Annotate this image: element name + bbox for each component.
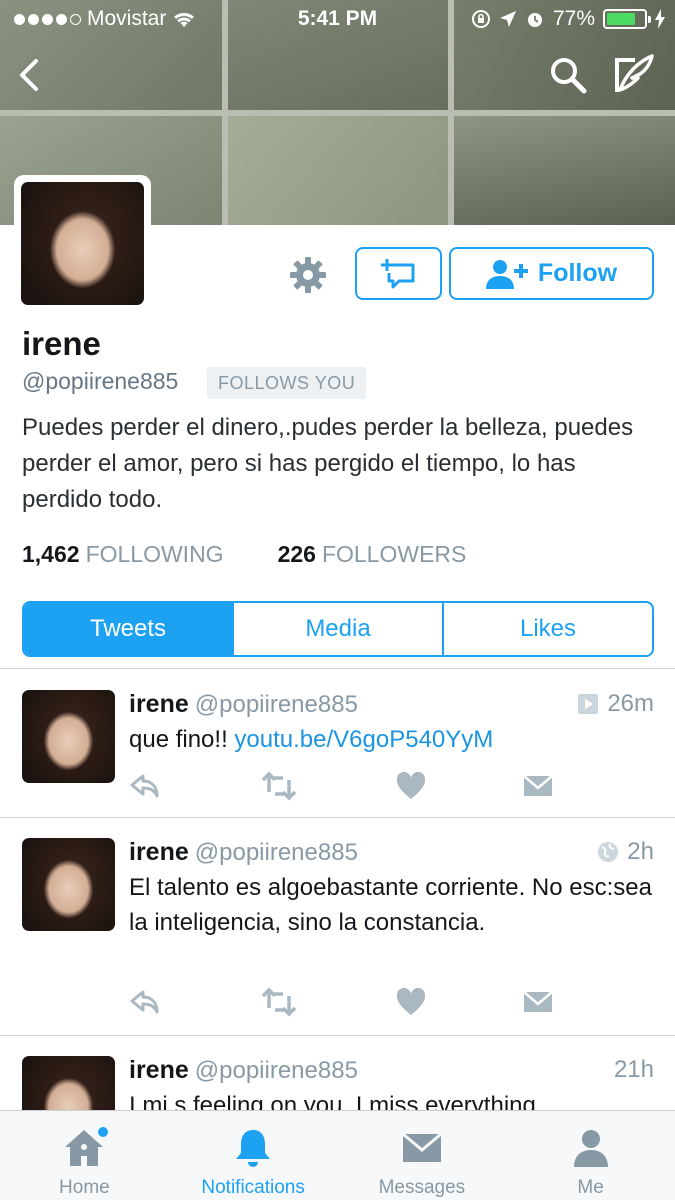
alarm-icon (527, 13, 542, 27)
profile-bio: Puedes perder el dinero,.pudes perder la… (22, 414, 634, 513)
tweet-time: 2h (627, 838, 654, 865)
heart-icon (396, 987, 426, 1015)
retweet-button[interactable] (261, 986, 297, 1018)
reply-icon (130, 990, 159, 1014)
status-bar: Movistar 5:41 PM 77% (0, 0, 675, 38)
tab-tweets[interactable]: Tweets (24, 603, 234, 655)
compose-tweet-button[interactable] (612, 52, 656, 96)
heart-icon (396, 771, 426, 799)
tab-home[interactable]: Home (0, 1111, 169, 1200)
profile-tabs: Tweets Media Likes (22, 601, 654, 657)
charging-icon (655, 9, 665, 29)
tab-home-label: Home (59, 1177, 110, 1198)
battery-percent: 77% (552, 7, 595, 30)
tweet-author-handle: @popiirene885 (194, 691, 358, 718)
follow-button[interactable]: Follow (449, 247, 654, 300)
tab-notifications-label: Notifications (201, 1177, 305, 1198)
direct-message-button[interactable] (355, 247, 442, 300)
following-count-link[interactable]: 1,462 FOLLOWING (22, 541, 224, 568)
tweet-actions (129, 986, 553, 1018)
profile-avatar[interactable] (14, 175, 151, 312)
notification-dot (98, 1127, 109, 1137)
tweet-text: El talento es algoebastante corriente. N… (129, 874, 652, 936)
tab-me-label: Me (577, 1177, 604, 1198)
bottom-tab-bar: Home Notifications Messages Me (0, 1110, 675, 1200)
tab-likes[interactable]: Likes (444, 603, 652, 655)
divider (0, 1035, 675, 1036)
tweet-author-handle: @popiirene885 (194, 1057, 358, 1084)
tab-notifications[interactable]: Notifications (169, 1111, 338, 1200)
tweet-author-name: irene (129, 690, 189, 718)
following-count: 1,462 (22, 541, 80, 567)
add-user-icon (485, 259, 528, 289)
tweet-author-name: irene (129, 838, 189, 866)
tweet-avatar[interactable] (22, 838, 115, 931)
tweet-actions (129, 770, 553, 802)
reply-button[interactable] (129, 770, 161, 802)
tab-me[interactable]: Me (506, 1111, 675, 1200)
profile-handle: @popiirene885 (22, 368, 179, 394)
tab-media[interactable]: Media (234, 603, 444, 655)
envelope-icon (401, 1132, 442, 1162)
profile-name: irene (22, 325, 101, 362)
tab-messages-label: Messages (378, 1177, 466, 1198)
retweet-icon (261, 771, 297, 801)
follow-label: Follow (537, 259, 618, 287)
retweet-icon (261, 987, 297, 1017)
reply-button[interactable] (129, 986, 161, 1018)
bell-icon (236, 1130, 271, 1167)
tweet-text: que fino!! youtu.be/V6goP540YyM (129, 722, 654, 757)
rotation-lock-icon (471, 10, 490, 28)
battery-icon (603, 9, 651, 29)
retweet-button[interactable] (261, 770, 297, 802)
following-label: FOLLOWING (85, 541, 224, 567)
tab-messages[interactable]: Messages (338, 1111, 507, 1200)
followers-count-link[interactable]: 226 FOLLOWERS (278, 541, 467, 568)
play-icon (578, 694, 599, 714)
message-plus-icon (380, 258, 414, 288)
tweet-author-handle: @popiirene885 (194, 839, 358, 866)
reply-icon (130, 774, 159, 798)
tweet-link[interactable]: youtu.be/V6goP540YyM (234, 726, 493, 753)
follows-you-badge: FOLLOWS YOU (207, 367, 367, 399)
share-dm-button[interactable] (522, 986, 554, 1018)
search-button[interactable] (548, 55, 588, 95)
like-button[interactable] (395, 986, 427, 1018)
globe-icon (598, 842, 619, 862)
followers-label: FOLLOWERS (321, 541, 467, 567)
divider (0, 817, 675, 818)
like-button[interactable] (395, 770, 427, 802)
settings-button[interactable] (288, 255, 328, 295)
chevron-left-icon (20, 59, 38, 91)
compose-icon (615, 54, 654, 92)
divider (0, 668, 675, 669)
tweet-author-name: irene (129, 1056, 189, 1084)
tweet-time: 26m (607, 690, 654, 717)
location-icon (499, 11, 516, 27)
envelope-icon (523, 775, 553, 796)
followers-count: 226 (277, 541, 316, 567)
person-icon (573, 1130, 608, 1167)
envelope-icon (523, 991, 553, 1012)
search-icon (551, 58, 587, 94)
tweet-avatar[interactable] (22, 690, 115, 783)
share-dm-button[interactable] (522, 770, 554, 802)
tweet-time: 21h (613, 1056, 654, 1083)
tweet-body: que fino!! (129, 726, 228, 753)
back-button[interactable] (12, 55, 48, 95)
gear-icon (290, 257, 326, 293)
